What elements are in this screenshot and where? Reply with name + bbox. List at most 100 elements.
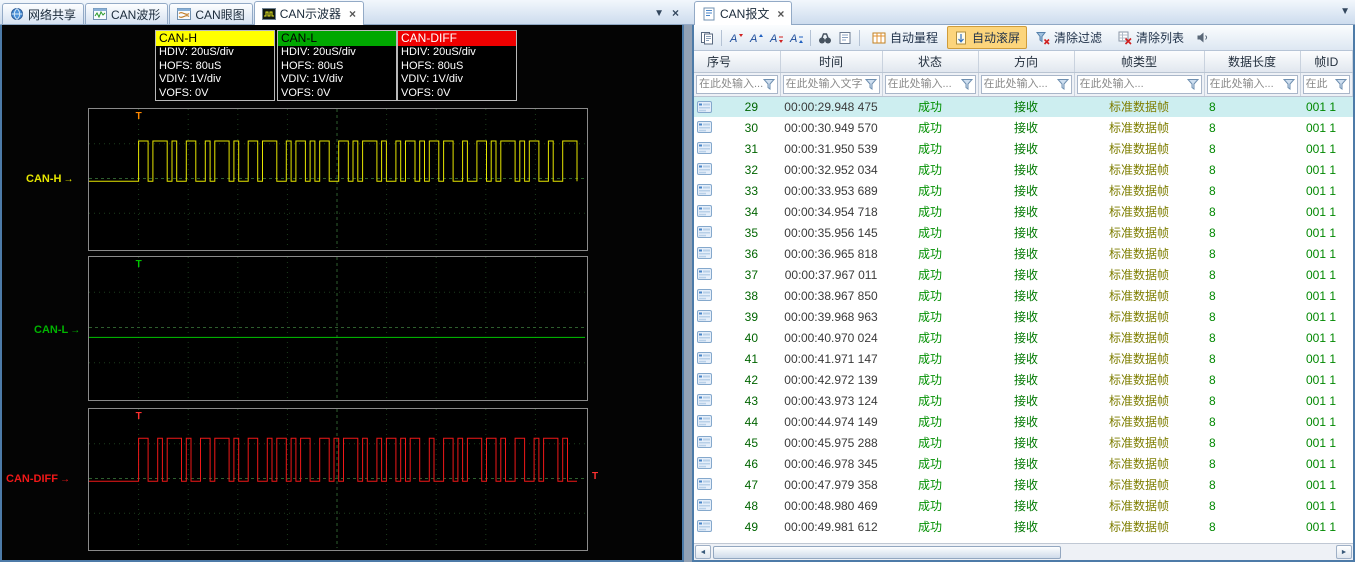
column-header-frame-id[interactable]: 帧ID: [1300, 51, 1353, 73]
column-header-frame-type[interactable]: 帧类型: [1074, 51, 1205, 73]
column-header-direction[interactable]: 方向: [978, 51, 1075, 73]
filter-funnel-icon[interactable]: [1056, 78, 1069, 91]
close-icon[interactable]: ×: [672, 6, 679, 20]
message-row[interactable]: 30 00:00:30.949 570 成功 接收 标准数据帧 8 001 1: [694, 117, 1353, 138]
column-header-seq[interactable]: 序号: [694, 51, 781, 73]
filter-a-4-icon[interactable]: A: [787, 29, 805, 47]
message-row[interactable]: 31 00:00:31.950 539 成功 接收 标准数据帧 8 001 1: [694, 138, 1353, 159]
filter-input-frame-id[interactable]: [1305, 78, 1335, 90]
message-table-container: 序号时间状态方向帧类型数据长度帧ID 2900:00:29.948 475成功接…: [694, 51, 1353, 543]
time-cell: 00:00:48.980 469: [784, 498, 878, 513]
frame-type-cell: 标准数据帧: [1108, 310, 1169, 324]
speaker-icon[interactable]: [1193, 29, 1211, 47]
direction-cell: 接收: [1013, 457, 1038, 471]
filter-input-length[interactable]: [1209, 78, 1283, 90]
filter-a-1-icon[interactable]: A: [727, 29, 745, 47]
oscilloscope-area: CAN-H HDIV: 20uS/div HOFS: 80uS VDIV: 1V…: [0, 25, 684, 562]
length-cell: 8: [1209, 288, 1216, 303]
frame-id-cell: 001 1: [1306, 99, 1337, 114]
status-cell: 成功: [917, 499, 942, 513]
status-cell: 成功: [917, 436, 942, 450]
chevron-down-icon[interactable]: ▼: [654, 8, 664, 19]
message-row[interactable]: 42 00:00:42.972 139 成功 接收 标准数据帧 8 001 1: [694, 369, 1353, 390]
time-cell: 00:00:45.975 288: [784, 435, 878, 450]
trigger-level-marker[interactable]: T: [592, 471, 598, 482]
channel-info-can-diff: CAN-DIFF HDIV: 20uS/div HOFS: 80uS VDIV:…: [397, 30, 517, 101]
filter-input-frame-type[interactable]: [1079, 78, 1187, 90]
message-row[interactable]: 46 00:00:46.978 345 成功 接收 标准数据帧 8 001 1: [694, 453, 1353, 474]
copy-icon[interactable]: [698, 29, 716, 47]
clear-filter-button[interactable]: 清除过滤: [1029, 26, 1109, 49]
tab-network-share[interactable]: 网络共享: [2, 3, 85, 24]
filter-funnel-icon[interactable]: [864, 78, 877, 91]
filter-funnel-icon[interactable]: [960, 78, 973, 91]
status-cell: 成功: [917, 415, 942, 429]
scrollbar-thumb[interactable]: [713, 545, 1061, 559]
filter-funnel-icon[interactable]: [1282, 78, 1295, 91]
auto-range-button[interactable]: 自动量程: [865, 26, 945, 49]
message-row[interactable]: 39 00:00:39.968 963 成功 接收 标准数据帧 8 001 1: [694, 306, 1353, 327]
trigger-position-marker[interactable]: T: [136, 259, 142, 270]
filter-a-2-icon[interactable]: A: [747, 29, 765, 47]
message-row[interactable]: 33 00:00:33.953 689 成功 接收 标准数据帧 8 001 1: [694, 180, 1353, 201]
message-row[interactable]: 44 00:00:44.974 149 成功 接收 标准数据帧 8 001 1: [694, 411, 1353, 432]
time-cell: 00:00:39.968 963: [784, 309, 878, 324]
tab-can-eye-diagram[interactable]: CAN眼图: [169, 3, 253, 24]
filter-input-seq[interactable]: [699, 78, 763, 90]
scroll-left-icon[interactable]: ◄: [695, 545, 711, 559]
horizontal-scrollbar[interactable]: ◄ ►: [694, 543, 1353, 560]
filter-input-time[interactable]: [785, 78, 865, 90]
filter-funnel-icon[interactable]: [1186, 78, 1199, 91]
button-label: 自动滚屏: [972, 31, 1021, 45]
frame-id-cell: 001 1: [1306, 330, 1337, 345]
binoculars-icon[interactable]: [816, 29, 834, 47]
trigger-position-marker[interactable]: T: [136, 111, 142, 122]
channel-label-can-l: CAN-L →: [34, 324, 81, 336]
message-row[interactable]: 29 00:00:29.948 475 成功 接收 标准数据帧 8 001 1: [694, 96, 1353, 117]
tab-can-waveform[interactable]: CAN波形: [85, 3, 169, 24]
message-row[interactable]: 38 00:00:38.967 850 成功 接收 标准数据帧 8 001 1: [694, 285, 1353, 306]
clear-list-button[interactable]: 清除列表: [1111, 26, 1191, 49]
column-header-status[interactable]: 状态: [882, 51, 979, 73]
svg-text:A: A: [769, 33, 777, 45]
message-row[interactable]: 48 00:00:48.980 469 成功 接收 标准数据帧 8 001 1: [694, 495, 1353, 516]
length-cell: 8: [1209, 477, 1216, 492]
column-header-time[interactable]: 时间: [780, 51, 883, 73]
direction-cell: 接收: [1013, 268, 1038, 282]
message-row[interactable]: 37 00:00:37.967 011 成功 接收 标准数据帧 8 001 1: [694, 264, 1353, 285]
filter-input-direction[interactable]: [983, 78, 1057, 90]
frame-id-cell: 001 1: [1306, 414, 1337, 429]
message-row[interactable]: 47 00:00:47.979 358 成功 接收 标准数据帧 8 001 1: [694, 474, 1353, 495]
tab-can-oscilloscope[interactable]: CAN示波器 ×: [253, 1, 365, 25]
auto-scroll-button[interactable]: 自动滚屏: [947, 26, 1028, 49]
message-row[interactable]: 43 00:00:43.973 124 成功 接收 标准数据帧 8 001 1: [694, 390, 1353, 411]
table-filter-row: [694, 72, 1353, 97]
seq-cell: 49: [744, 519, 758, 534]
message-icon: [697, 100, 712, 116]
message-row[interactable]: 36 00:00:36.965 818 成功 接收 标准数据帧 8 001 1: [694, 243, 1353, 264]
message-row[interactable]: 35 00:00:35.956 145 成功 接收 标准数据帧 8 001 1: [694, 222, 1353, 243]
filter-input-status[interactable]: [887, 78, 961, 90]
message-row[interactable]: 32 00:00:32.952 034 成功 接收 标准数据帧 8 001 1: [694, 159, 1353, 180]
filter-funnel-icon[interactable]: [762, 78, 775, 91]
chevron-down-icon[interactable]: ▼: [1340, 6, 1350, 17]
filter-a-3-icon[interactable]: A: [767, 29, 785, 47]
trigger-position-marker[interactable]: T: [136, 411, 142, 422]
tab-can-messages[interactable]: CAN报文 ×: [694, 1, 793, 25]
message-row[interactable]: 41 00:00:41.971 147 成功 接收 标准数据帧 8 001 1: [694, 348, 1353, 369]
seq-cell: 47: [744, 477, 758, 492]
message-row[interactable]: 45 00:00:45.975 288 成功 接收 标准数据帧 8 001 1: [694, 432, 1353, 453]
frame-type-cell: 标准数据帧: [1108, 352, 1169, 366]
scroll-right-icon[interactable]: ►: [1336, 545, 1352, 559]
tab-close-icon[interactable]: ×: [349, 8, 356, 20]
frame-type-cell: 标准数据帧: [1108, 184, 1169, 198]
tab-close-icon[interactable]: ×: [777, 8, 784, 20]
message-row[interactable]: 49 00:00:49.981 612 成功 接收 标准数据帧 8 001 1: [694, 516, 1353, 537]
message-row[interactable]: 40 00:00:40.970 024 成功 接收 标准数据帧 8 001 1: [694, 327, 1353, 348]
status-cell: 成功: [917, 394, 942, 408]
frame-type-cell: 标准数据帧: [1108, 478, 1169, 492]
notes-icon[interactable]: [836, 29, 854, 47]
filter-funnel-icon[interactable]: [1335, 78, 1347, 91]
message-row[interactable]: 34 00:00:34.954 718 成功 接收 标准数据帧 8 001 1: [694, 201, 1353, 222]
column-header-length[interactable]: 数据长度: [1204, 51, 1301, 73]
